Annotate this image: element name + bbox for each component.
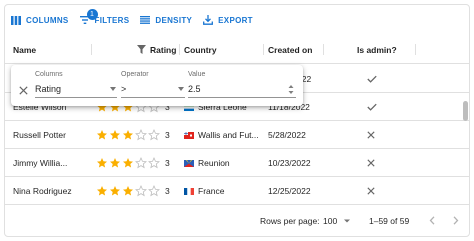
vertical-scrollbar-thumb[interactable]: [463, 101, 468, 121]
wallis-and-futuna-flag-icon: [184, 131, 194, 139]
rows-per-page-label: Rows per page:: [260, 215, 320, 226]
column-header-name[interactable]: Name: [13, 35, 36, 64]
filter-columns-label: Columns: [35, 71, 63, 78]
rows-per-page-value: 100: [323, 215, 338, 226]
star-filled-icon: [97, 130, 107, 140]
column-header-is-admin[interactable]: Is admin?: [357, 35, 397, 64]
rating-cell: 3: [96, 149, 170, 177]
chevron-right-icon: [453, 216, 459, 225]
rating-cell: 3: [96, 177, 170, 205]
star-filled-icon: [97, 158, 107, 168]
view-column-icon: [11, 15, 21, 25]
star-empty-icon: [148, 185, 160, 197]
star-filled-icon: [123, 186, 133, 196]
close-icon: [367, 131, 375, 139]
close-icon: [19, 86, 28, 95]
star-filled-icon: [97, 186, 107, 196]
star-empty-icon: [148, 129, 160, 141]
is-admin-cell: [367, 65, 377, 93]
country-cell: France: [184, 177, 224, 205]
is-admin-cell: [367, 93, 377, 121]
columns-button[interactable]: COLUMNS: [11, 15, 69, 25]
table-row[interactable]: Jimmy Willia... 3 Reunion 10/23/2022: [5, 149, 469, 177]
column-separator[interactable]: [179, 44, 180, 55]
star-empty-icon: [148, 157, 160, 169]
filter-active-icon[interactable]: [137, 45, 146, 54]
filter-panel: Columns Rating Operator > Value 2.5: [11, 65, 303, 106]
rating-value: 3: [165, 130, 170, 140]
grid-footer: Rows per page: 100 1–59 of 59: [5, 204, 469, 236]
filter-operator-select[interactable]: >: [121, 84, 126, 94]
reunion-flag-icon: [184, 159, 194, 167]
column-separator[interactable]: [415, 44, 416, 55]
rows-per-page-select[interactable]: 100: [323, 205, 351, 236]
rating-value: 3: [165, 186, 170, 196]
pagination-range: 1–59 of 59: [369, 215, 410, 226]
filter-operator-underline: [121, 97, 185, 98]
column-separator[interactable]: [91, 44, 92, 55]
check-icon: [367, 75, 377, 83]
delete-filter-button[interactable]: [19, 82, 28, 100]
filter-operator-label: Operator: [121, 71, 149, 78]
check-icon: [367, 103, 377, 111]
created-on-cell: 5/28/2022: [268, 130, 306, 140]
grid-toolbar: COLUMNS 1 FILTERS DENSITY EXPORT: [5, 5, 469, 35]
table-row[interactable]: Nina Rodriguez 3 France 12/25/2022: [5, 177, 469, 205]
table-row[interactable]: Russell Potter 3 Wallis and Fut... 5/28/…: [5, 121, 469, 149]
star-filled-icon: [123, 158, 133, 168]
dropdown-arrow-icon: [110, 87, 116, 91]
column-header-rating[interactable]: Rating: [137, 35, 176, 64]
filters-button[interactable]: 1 FILTERS: [79, 8, 130, 25]
column-separator[interactable]: [263, 44, 264, 55]
column-header-country[interactable]: Country: [184, 35, 217, 64]
filter-value-underline: [188, 97, 296, 98]
is-admin-cell: [367, 177, 375, 205]
filter-value-label: Value: [188, 71, 206, 78]
created-on-cell: 12/25/2022: [268, 186, 311, 196]
filter-columns-underline: [35, 97, 117, 98]
filters-button-label: FILTERS: [94, 15, 130, 25]
star-filled-icon: [123, 130, 133, 140]
density-icon: [140, 16, 151, 24]
filter-columns-select[interactable]: Rating: [35, 84, 61, 94]
country-cell: Reunion: [184, 149, 230, 177]
density-button[interactable]: DENSITY: [140, 16, 192, 25]
export-button[interactable]: EXPORT: [203, 15, 253, 25]
star-filled-icon: [110, 186, 120, 196]
name-cell: Nina Rodriguez: [13, 186, 72, 196]
is-admin-cell: [367, 149, 375, 177]
rating-value: 3: [165, 158, 170, 168]
spinner-arrows-icon: [288, 85, 294, 94]
star-filled-icon: [110, 158, 120, 168]
previous-page-button[interactable]: [429, 205, 435, 236]
created-on-cell: 10/23/2022: [268, 158, 311, 168]
close-icon: [367, 187, 375, 195]
name-cell: Russell Potter: [13, 130, 66, 140]
download-icon: [203, 15, 214, 25]
column-header-created-on[interactable]: Created on: [268, 35, 312, 64]
star-empty-icon: [135, 129, 147, 141]
filters-count-badge: 1: [86, 8, 98, 20]
star-empty-icon: [135, 157, 147, 169]
rating-cell: 3: [96, 121, 170, 149]
dropdown-arrow-icon: [178, 87, 184, 91]
column-separator[interactable]: [323, 44, 324, 55]
star-empty-icon: [135, 185, 147, 197]
star-filled-icon: [110, 130, 120, 140]
name-cell: Jimmy Willia...: [13, 158, 68, 168]
france-flag-icon: [184, 187, 194, 195]
is-admin-cell: [367, 121, 375, 149]
chevron-left-icon: [429, 216, 435, 225]
country-cell: Wallis and Fut...: [184, 121, 259, 149]
arrow-drop-down-icon: [344, 219, 351, 222]
export-button-label: EXPORT: [218, 15, 253, 25]
filter-value-input[interactable]: 2.5: [188, 84, 201, 94]
close-icon: [367, 159, 375, 167]
column-headers: Name Rating Country Created on Is admin?: [5, 35, 469, 64]
columns-button-label: COLUMNS: [26, 15, 69, 25]
data-grid: COLUMNS 1 FILTERS DENSITY EXPORT Name Ra…: [4, 4, 470, 237]
density-button-label: DENSITY: [155, 15, 193, 25]
next-page-button[interactable]: [453, 205, 459, 236]
